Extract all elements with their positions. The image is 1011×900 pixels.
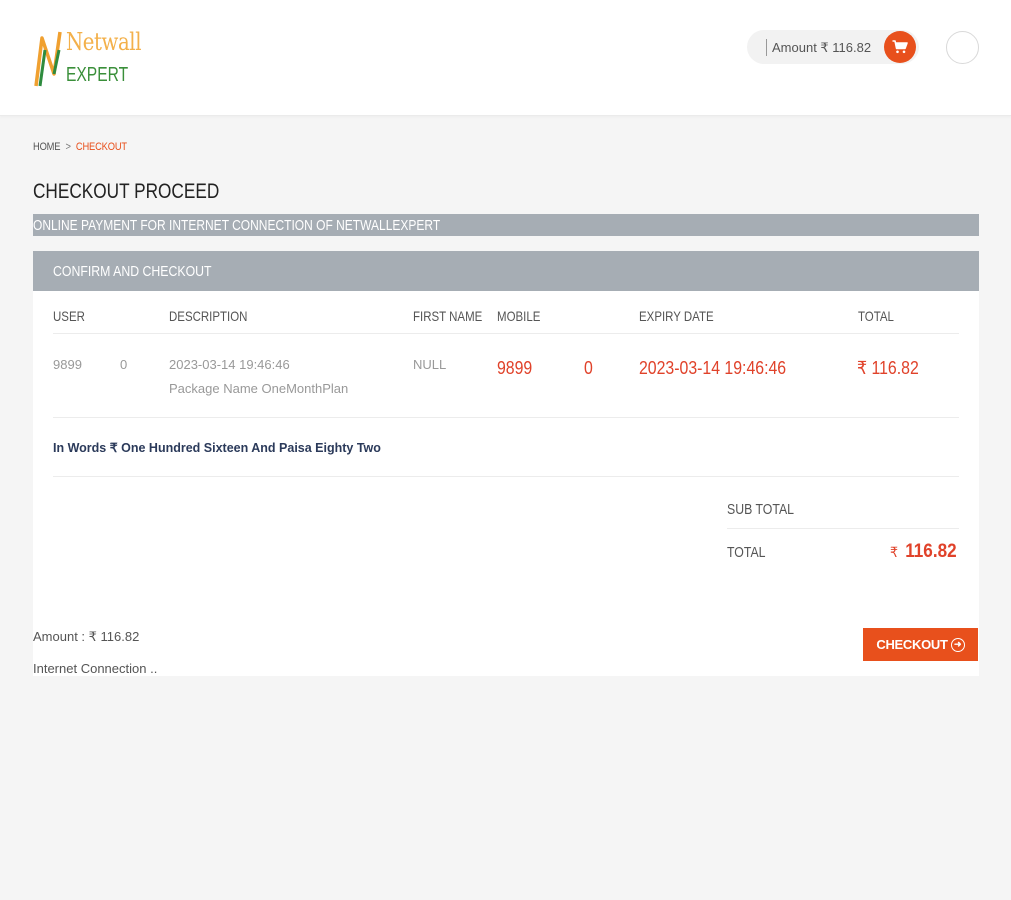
cart-button[interactable]	[884, 31, 916, 63]
cell-user-id: 9899	[53, 357, 82, 372]
breadcrumb-home[interactable]: HOME	[33, 141, 61, 153]
col-header-mobile: MOBILE	[497, 308, 541, 324]
cell-description-date: 2023-03-14 19:46:46	[169, 357, 290, 372]
cell-first-name: NULL	[413, 357, 447, 372]
cell-description-package: Package Name OneMonthPlan	[169, 381, 349, 396]
sub-total-label: SUB TOTAL	[727, 501, 794, 518]
divider	[53, 476, 959, 477]
header-amount-label: Amount ₹ 116.82	[772, 40, 872, 55]
col-header-description: DESCRIPTION	[169, 308, 248, 324]
divider	[727, 528, 959, 529]
checkout-card-header: CONFIRM AND CHECKOUT	[33, 251, 979, 291]
divider	[53, 417, 959, 418]
cell-mobile: 9899	[497, 358, 533, 378]
logo-text-expert: EXPERT	[66, 64, 129, 86]
grand-total-value: 116.82	[905, 541, 957, 562]
cell-expiry-date: 2023-03-14 19:46:46	[639, 358, 787, 378]
cart-icon	[892, 40, 908, 54]
cell-user-suffix: 0	[120, 357, 128, 372]
footer-description: Internet Connection ..	[33, 661, 158, 676]
col-header-first-name: FIRST NAME	[413, 308, 483, 324]
logo-mark-icon	[34, 31, 62, 87]
grand-total: ₹116.82	[890, 541, 957, 563]
divider	[766, 39, 767, 56]
checkout-card-title: CONFIRM AND CHECKOUT	[53, 263, 212, 280]
rupee-symbol: ₹	[890, 544, 899, 560]
top-header: Netwall EXPERT Amount ₹ 116.82	[0, 0, 1011, 116]
netwall-expert-logo[interactable]: Netwall EXPERT	[32, 28, 142, 90]
page-title: CHECKOUT PROCEED	[33, 180, 220, 203]
arrow-right-circle-icon: ➜	[950, 637, 965, 652]
amount-in-words: In Words ₹ One Hundred Sixteen And Paisa…	[53, 441, 381, 455]
online-payment-banner-text: ONLINE PAYMENT FOR INTERNET CONNECTION O…	[33, 217, 441, 234]
col-header-total: TOTAL	[858, 308, 894, 324]
user-avatar[interactable]	[946, 31, 979, 64]
footer-amount: Amount : ₹ 116.82	[33, 629, 140, 644]
checkout-button[interactable]: CHECKOUT ➜	[863, 628, 978, 661]
checkout-button-label: CHECKOUT	[876, 637, 948, 652]
logo-text-netwall: Netwall	[66, 28, 142, 56]
total-label: TOTAL	[727, 544, 766, 561]
cell-mobile-suffix: 0	[584, 358, 593, 378]
breadcrumb: HOME > CHECKOUT	[33, 141, 127, 153]
col-header-user: USER	[53, 308, 85, 324]
breadcrumb-current: CHECKOUT	[75, 141, 127, 153]
breadcrumb-separator: >	[65, 141, 71, 153]
divider	[53, 333, 959, 334]
online-payment-banner: ONLINE PAYMENT FOR INTERNET CONNECTION O…	[33, 214, 979, 236]
cell-total: ₹ 116.82	[857, 358, 919, 378]
col-header-expiry-date: EXPIRY DATE	[639, 308, 714, 324]
